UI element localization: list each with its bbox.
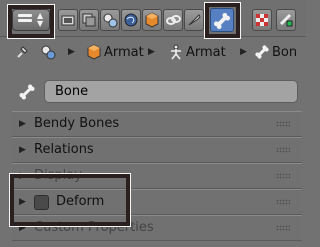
render-icon (61, 15, 75, 26)
tab-constraints[interactable] (163, 9, 183, 31)
bone-constraint-icon (279, 13, 293, 27)
scene-data-icon (41, 45, 56, 60)
updown-arrow-icon: ▲ ▼ (37, 11, 44, 28)
panel-deform[interactable]: ▶ Deform (12, 189, 302, 215)
chevron-right-icon: ▶ (68, 47, 75, 57)
tab-scene[interactable] (100, 9, 120, 31)
chevron-right-icon: ▶ (148, 47, 155, 57)
panel-label: Deform (56, 194, 105, 209)
drag-grip-icon[interactable] (276, 147, 290, 153)
pin-icon (17, 46, 28, 58)
panel-label: Relations (34, 142, 94, 157)
crumb-label: Armat (186, 44, 226, 60)
bone-name-row: Bone (0, 78, 306, 106)
tab-world[interactable] (121, 9, 141, 31)
constraints-icon (166, 15, 181, 25)
texture-icon (256, 14, 268, 26)
tab-bone-constraint[interactable] (276, 9, 296, 31)
tab-modifiers[interactable] (184, 9, 204, 31)
collapse-triangle-icon: ▶ (19, 171, 26, 181)
editor-type-button[interactable]: ▲ ▼ (12, 9, 50, 31)
collapse-triangle-icon: ▶ (19, 145, 26, 155)
panel-label: Custom Properties (34, 220, 154, 235)
crumb-label: Bon (272, 44, 298, 60)
drag-grip-icon[interactable] (276, 121, 290, 127)
render-layers-icon (82, 13, 96, 27)
crumb-scene (40, 44, 58, 60)
tab-object[interactable] (142, 9, 162, 31)
armature-data-icon (171, 44, 181, 60)
panel-label: Bendy Bones (34, 116, 120, 131)
tab-render-layers[interactable] (79, 9, 99, 31)
drag-grip-icon[interactable] (276, 173, 290, 179)
bone-icon (213, 12, 231, 30)
properties-header: ▲ ▼ (0, 0, 306, 37)
panel-relations[interactable]: ▶ Relations (12, 137, 302, 163)
crumb-bone: Bon (254, 44, 297, 60)
crumb-label: Armat (104, 44, 144, 60)
bone-icon (255, 45, 269, 59)
collapse-triangle-icon: ▶ (19, 223, 26, 233)
tab-texture[interactable] (252, 9, 272, 31)
properties-editor-icon (18, 14, 32, 26)
tab-render[interactable] (58, 9, 78, 31)
object-icon (145, 12, 159, 28)
drag-grip-icon[interactable] (276, 199, 290, 205)
collapse-triangle-icon: ▶ (19, 119, 26, 129)
drag-grip-icon[interactable] (276, 225, 290, 231)
modifiers-icon (188, 14, 201, 26)
armature-object-icon (87, 44, 101, 60)
panel-label: Display (34, 168, 82, 183)
panel-custom-properties[interactable]: ▶ Custom Properties (12, 215, 302, 241)
world-icon (124, 13, 138, 27)
breadcrumb: ▶ Armat ▶ Armat ▶ Bon (0, 38, 306, 66)
bone-icon (19, 84, 35, 100)
chevron-right-icon: ▶ (240, 47, 247, 57)
crumb-armature-data: Armat (168, 44, 226, 60)
deform-checkbox[interactable] (34, 195, 49, 210)
pin-button[interactable] (14, 44, 30, 60)
tab-bone[interactable] (210, 8, 234, 32)
crumb-armature-object: Armat (86, 44, 144, 60)
panel-bendy-bones[interactable]: ▶ Bendy Bones (12, 111, 302, 137)
bone-name-field[interactable]: Bone (44, 80, 298, 103)
scene-icon (103, 13, 118, 28)
panel-display[interactable]: ▶ Display (12, 163, 302, 189)
collapse-triangle-icon: ▶ (19, 197, 26, 207)
